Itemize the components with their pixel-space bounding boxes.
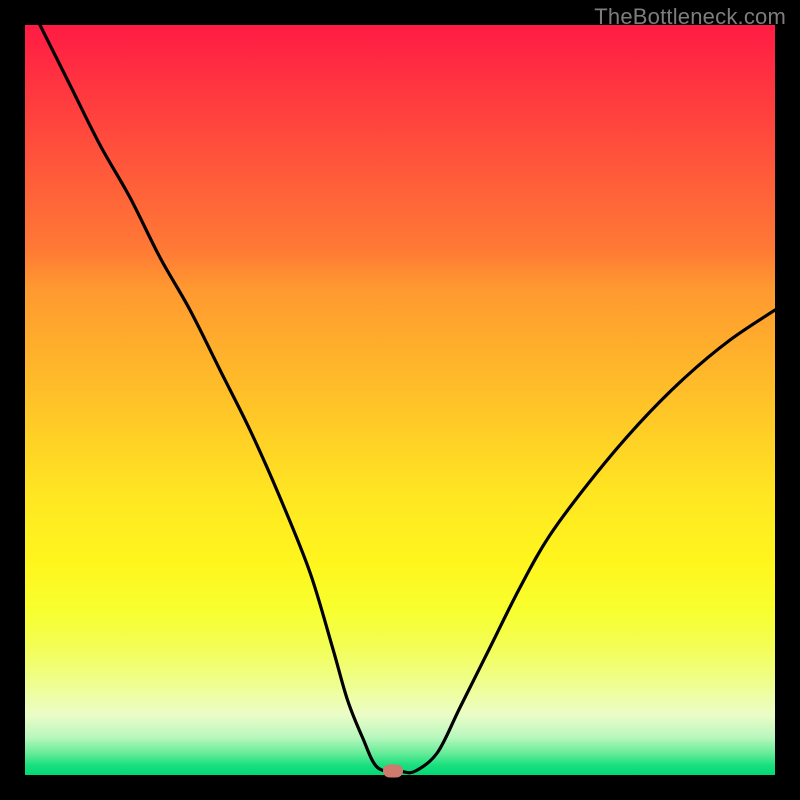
plot-area — [25, 25, 775, 775]
bottleneck-curve — [25, 25, 775, 775]
chart-frame: TheBottleneck.com — [0, 0, 800, 800]
optimal-point-marker — [383, 765, 403, 778]
watermark-text: TheBottleneck.com — [594, 4, 786, 30]
curve-path — [40, 25, 775, 773]
